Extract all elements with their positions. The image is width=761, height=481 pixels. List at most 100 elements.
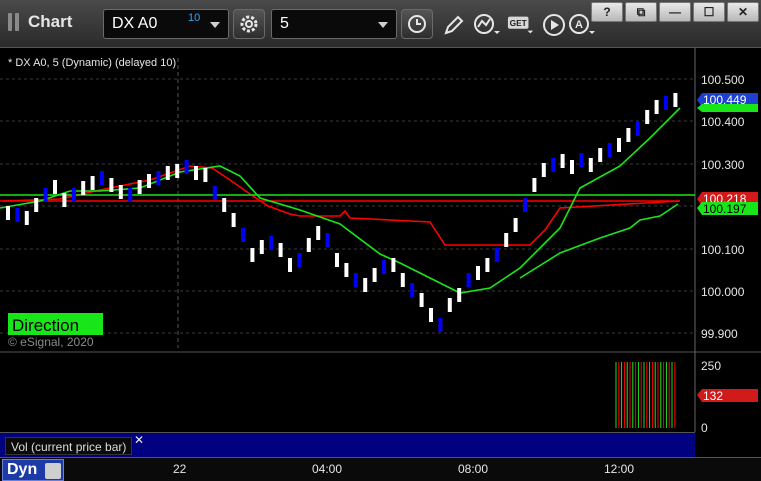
watermark: © eSignal, 2020 [8,335,94,349]
price-bar [241,228,245,242]
price-bar [438,318,443,332]
price-bar [588,158,593,172]
price-bar [269,236,274,250]
time-tick: 22 [173,462,187,476]
help-button[interactable]: ? [591,2,623,22]
price-tick: 100.400 [701,115,745,129]
price-bar [485,258,490,272]
time-tick: 04:00 [312,462,343,476]
price-bar [635,122,640,136]
price-bar [466,273,471,287]
price-bar [494,248,499,262]
price-bar [222,198,227,212]
volume-panel-bar: Vol (current price bar) ✕ [0,432,695,457]
price-tick: 100.500 [701,73,745,87]
study-icon[interactable] [473,11,501,39]
price-bar [382,260,386,274]
price-tick: 99.900 [701,327,738,341]
interval-value: 5 [280,15,289,32]
mode-label: Dyn [7,461,38,478]
price-axis[interactable]: 100.500 100.400 100.300 100.100 100.000 … [697,73,758,341]
price-bar [24,211,29,225]
pencil-icon[interactable] [440,11,468,39]
price-bar [43,188,48,202]
volume-bars [615,362,676,428]
price-bar [175,164,180,178]
price-bar [447,298,452,312]
settings-gear-button[interactable] [233,9,265,39]
price-bar [147,174,151,188]
price-bar [654,100,659,114]
price-bar [353,273,358,287]
volume-tick: 250 [701,359,721,373]
price-bar [6,206,10,220]
price-bar [109,178,114,192]
price-bar [532,178,537,192]
price-bar [156,171,161,185]
window-controls: ? ⧉ — ☐ ✕ [591,2,759,22]
play-icon[interactable] [540,11,568,39]
price-bar [645,110,650,124]
interval-input[interactable]: 5 [271,9,397,39]
price-bar [316,226,321,240]
price-bar [617,138,621,152]
price-bar [194,166,198,180]
svg-text:A: A [575,19,583,31]
chevron-down-icon[interactable] [210,22,220,28]
time-tick: 12:00 [604,462,635,476]
minimize-button[interactable]: — [659,2,691,22]
symbol-input[interactable]: DX A0 10 [103,9,229,39]
price-tick: 100.100 [701,243,745,257]
price-bar [259,240,264,254]
price-bar [100,171,104,185]
close-button[interactable]: ✕ [727,2,759,22]
price-bar [579,153,584,167]
price-bar [523,198,527,212]
price-chart[interactable]: * DX A0, 5 (Dynamic) (delayed 10) Direct… [0,48,761,481]
price-bar [598,148,603,162]
volume-study-label[interactable]: Vol (current price bar) [5,437,133,455]
chart-area[interactable]: * DX A0, 5 (Dynamic) (delayed 10) Direct… [0,48,761,481]
lock-icon[interactable] [45,463,61,479]
price-bar [81,181,86,195]
price-bar [541,163,546,177]
maximize-button[interactable]: ☐ [693,2,725,22]
price-bar [551,158,556,172]
chevron-down-icon[interactable] [378,22,388,28]
price-bar [626,128,631,142]
price-bar [15,208,20,222]
price-bar [457,288,462,302]
price-bar [184,160,189,174]
clock-button[interactable] [401,9,433,39]
price-bar [344,263,349,277]
price-bar [419,293,424,307]
price-bar [165,166,170,180]
price-tick: 100.300 [701,158,745,172]
app-title: Chart [8,12,72,32]
price-bar [664,96,668,110]
green-line-tag-small [697,104,758,112]
price-bar [570,160,574,174]
price-bar [90,176,95,190]
restore-layout-button[interactable]: ⧉ [625,2,657,22]
price-bar [372,268,377,282]
price-bar [118,185,123,199]
price-bar [128,188,133,202]
dynamic-mode-button[interactable]: Dyn [2,459,64,481]
time-tick: 08:00 [458,462,489,476]
close-icon[interactable]: ✕ [134,433,144,447]
drag-grip-icon[interactable] [8,13,22,31]
price-bar [62,193,67,207]
price-bars [6,93,678,332]
price-bar [297,253,302,267]
price-bar [410,283,415,297]
price-bar [34,198,39,212]
get-icon[interactable]: GET [507,11,535,39]
price-bar [335,253,339,267]
time-axis[interactable]: Dyn 22 04:00 08:00 12:00 [0,457,761,481]
price-bar [673,93,678,107]
price-bar [288,258,292,272]
price-bar [306,238,311,252]
price-bar [250,248,255,262]
symbol-delay-badge: 10 [188,12,201,24]
